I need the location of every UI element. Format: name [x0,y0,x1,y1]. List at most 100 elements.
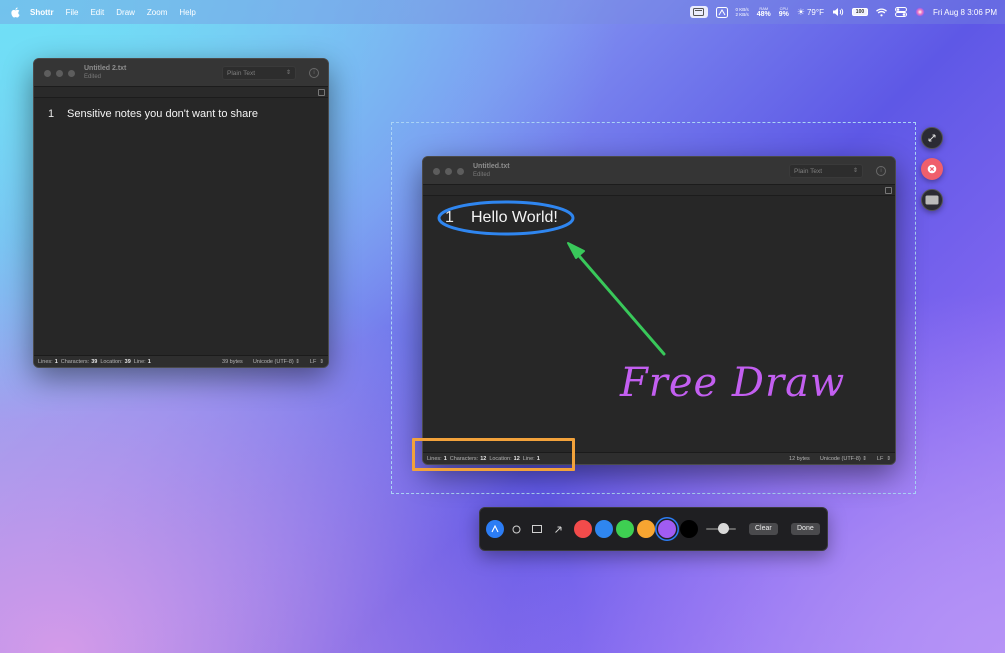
line-text: Hello World! [471,209,558,226]
line-ending-value: LF [309,358,317,365]
arrow-tool-button[interactable] [549,520,567,538]
ram-value: 48% [756,10,771,18]
control-center-icon[interactable] [894,5,907,19]
volume-icon[interactable] [832,5,844,19]
line-label: Line: [133,358,146,365]
line-ending-selector[interactable]: LF ⇕ [310,359,324,365]
syntax-value: Plain Text [794,168,823,175]
siri-icon[interactable] [915,5,925,19]
color-red[interactable] [574,520,592,538]
editor-subbar [423,185,895,196]
close-icon [927,164,937,174]
status-bar: Lines: 1 Characters: 39 Location: 39 Line: 1… [34,355,328,367]
arrow-tool-icon [554,526,561,533]
syntax-value: Plain Text [227,70,256,77]
bytes-count: 39 bytes [222,358,243,365]
expand-button[interactable] [921,127,943,149]
cpu-label: CPU [779,5,789,11]
rectangle-annotation[interactable] [412,438,575,471]
menu-edit[interactable]: Edit [90,8,104,17]
apple-icon[interactable] [10,6,20,18]
color-orange[interactable] [637,520,655,538]
menu-help[interactable]: Help [179,8,195,17]
close-window-button[interactable] [433,168,440,175]
syntax-selector[interactable]: Plain Text ⇕ [222,66,296,80]
minimize-window-button[interactable] [56,70,63,77]
syntax-selector[interactable]: Plain Text ⇕ [789,164,863,178]
clear-button[interactable]: Clear [749,523,778,535]
cpu-stat: CPU 9% [778,5,789,18]
info-icon[interactable]: i [309,68,319,78]
encoding-value: Unicode (UTF-8) [252,358,294,365]
split-view-icon[interactable] [318,89,325,96]
sun-icon: ☀ [796,6,805,17]
line-number: 1 [48,108,55,120]
free-draw-annotation[interactable]: Free Draw [620,360,845,406]
line-ending-value: LF [876,455,884,462]
location-label: Location: [100,358,123,365]
cpu-value: 9% [778,10,789,18]
ellipse-tool-button[interactable] [507,520,525,538]
screen-capture-icon[interactable] [689,5,708,19]
menu-zoom[interactable]: Zoom [147,8,167,17]
battery-value: 100 [855,9,865,15]
ram-stat: RAM 48% [756,5,771,18]
minimize-window-button[interactable] [445,168,452,175]
ram-label: RAM [759,5,769,11]
window-title: Untitled 2.txt [84,65,127,72]
rectangle-tool-icon [532,525,542,533]
line-value: 1 [147,358,151,365]
lines-label: Lines: [38,358,53,365]
window-icon [925,195,939,205]
window-subtitle: Edited [84,74,102,80]
rectangle-tool-button[interactable] [528,520,546,538]
encoding-selector[interactable]: Unicode (UTF-8) ⇕ [253,359,300,365]
encoding-value: Unicode (UTF-8) [819,455,861,462]
location-value: 39 [124,358,131,365]
clock[interactable]: Fri Aug 8 3:06 PM [933,8,997,17]
window-titlebar[interactable]: Untitled.txt Edited Plain Text ⇕ i [423,157,895,185]
line-number: 1 [445,209,454,226]
window-subtitle: Edited [473,172,491,178]
draw-toolbar: Clear Done [479,507,828,551]
battery-icon[interactable]: 100 [851,8,868,16]
color-black[interactable] [680,520,698,538]
shottr-icon[interactable] [715,5,728,19]
bytes-count: 12 bytes [789,455,810,462]
menu-file[interactable]: File [66,8,79,17]
weather-value: 79°F [806,7,824,17]
chevron-updown-icon: ⇕ [852,168,858,174]
zoom-window-button[interactable] [68,70,75,77]
window-titlebar[interactable]: Untitled 2.txt Edited Plain Text ⇕ i [34,59,328,87]
wifi-icon[interactable] [876,5,887,19]
editor-subbar [34,87,328,98]
chars-value: 39 [91,358,98,365]
color-blue[interactable] [595,520,613,538]
close-window-button[interactable] [44,70,51,77]
line-text: Sensitive notes you don't want to share [67,108,259,120]
zoom-window-button[interactable] [457,168,464,175]
stroke-width-knob[interactable] [718,523,729,534]
chevron-updown-icon: ⇕ [285,70,291,76]
ellipse-tool-icon [512,525,520,533]
split-view-icon[interactable] [885,187,892,194]
color-green[interactable] [616,520,634,538]
close-capture-button[interactable] [921,158,943,180]
pen-tool-button[interactable] [486,520,504,538]
expand-icon [928,134,936,142]
info-icon[interactable]: i [876,166,886,176]
encoding-selector[interactable]: Unicode (UTF-8) ⇕ [820,456,867,462]
pen-icon [491,525,499,533]
editor-window-back: Untitled 2.txt Edited Plain Text ⇕ i 1 S… [33,58,329,368]
window-mode-button[interactable] [921,189,943,211]
weather-widget[interactable]: ☀ 79°F [797,5,824,19]
color-purple[interactable] [658,520,676,538]
done-button[interactable]: Done [791,523,820,535]
line-ending-selector[interactable]: LF ⇕ [877,456,891,462]
lines-value: 1 [54,358,58,365]
menu-app-name[interactable]: Shottr [30,8,54,17]
net-down-value: 2 KB/s [735,12,749,17]
traffic-lights [433,168,464,175]
menu-draw[interactable]: Draw [116,8,135,17]
window-title: Untitled.txt [473,163,510,170]
